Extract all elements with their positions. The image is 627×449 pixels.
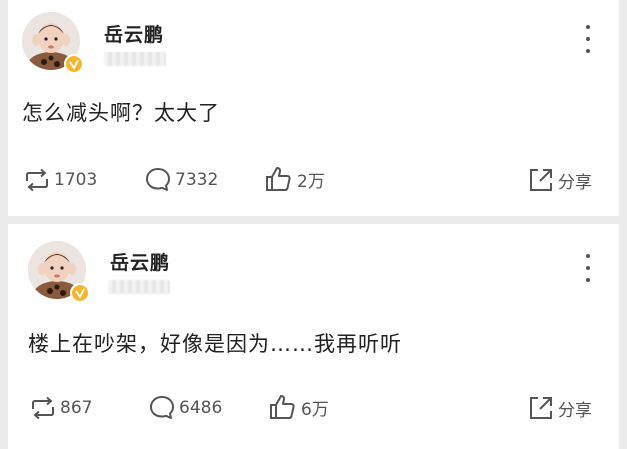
- blurred-handle: [104, 52, 166, 66]
- username[interactable]: 岳云鹏: [104, 20, 164, 47]
- post-card: 岳云鹏 怎么减头啊？太大了 1703 7332 2万 分享: [8, 0, 619, 216]
- avatar[interactable]: [28, 241, 90, 303]
- verified-badge-icon: [70, 283, 90, 303]
- more-vertical-icon[interactable]: [583, 25, 593, 53]
- share-label: 分享: [558, 400, 592, 421]
- like-button[interactable]: 6万: [269, 394, 329, 420]
- comment-button[interactable]: 7332: [145, 167, 218, 193]
- repost-button[interactable]: 867: [30, 396, 92, 420]
- repost-button[interactable]: 1703: [24, 168, 97, 192]
- share-icon: [530, 169, 552, 191]
- post-card: 岳云鹏 楼上在吵架，好像是因为……我再听听 867 6486 6万 分享: [8, 224, 619, 449]
- comment-count: 7332: [175, 170, 219, 190]
- repost-count: 1703: [54, 170, 98, 190]
- share-button[interactable]: 分享: [528, 395, 592, 421]
- post-text: 楼上在吵架，好像是因为……我再听听: [28, 332, 402, 356]
- avatar[interactable]: [22, 12, 84, 74]
- blurred-handle: [108, 280, 170, 294]
- comment-button[interactable]: 6486: [149, 395, 222, 421]
- repost-icon: [26, 168, 48, 192]
- thumbs-up-icon: [266, 167, 291, 191]
- share-icon: [530, 397, 552, 419]
- username[interactable]: 岳云鹏: [110, 248, 170, 275]
- comment-icon: [146, 168, 170, 191]
- more-vertical-icon[interactable]: [583, 254, 593, 282]
- share-label: 分享: [558, 172, 592, 193]
- verified-badge-icon: [64, 54, 84, 74]
- like-count: 6万: [301, 399, 329, 420]
- thumbs-up-icon: [270, 395, 295, 419]
- share-button[interactable]: 分享: [528, 167, 592, 193]
- repost-count: 867: [60, 398, 93, 418]
- feed: 岳云鹏 怎么减头啊？太大了 1703 7332 2万 分享 岳云鹏 楼上在吵架，…: [0, 0, 627, 449]
- comment-count: 6486: [179, 398, 223, 418]
- post-text: 怎么减头啊？太大了: [22, 101, 220, 125]
- like-button[interactable]: 2万: [265, 166, 325, 192]
- like-count: 2万: [297, 171, 325, 192]
- repost-icon: [32, 396, 54, 420]
- comment-icon: [150, 396, 174, 419]
